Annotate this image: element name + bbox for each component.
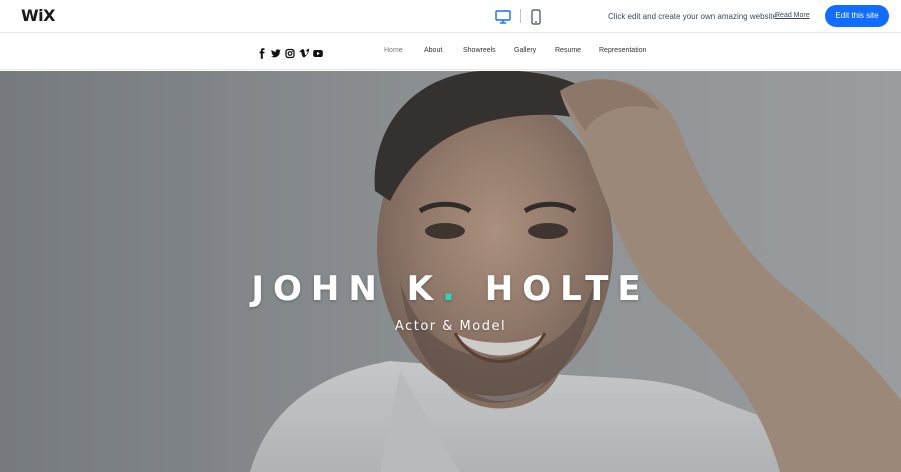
wix-logo[interactable]: WiX	[21, 6, 55, 25]
read-more-link[interactable]: Read More	[775, 12, 810, 19]
promo-text: Click edit and create your own amazing w…	[608, 12, 777, 21]
hero-name-title: JOHN K. HOLTE	[0, 269, 901, 309]
nav-item-about[interactable]: About	[424, 47, 442, 54]
vimeo-icon[interactable]	[299, 46, 311, 58]
twitter-icon[interactable]	[271, 46, 281, 58]
nav-item-representation[interactable]: Representation	[599, 47, 646, 54]
wix-editor-bar: WiX Click edit and create your own amazi…	[0, 0, 901, 33]
nav-item-showreels[interactable]: Showreels	[463, 47, 496, 54]
facebook-icon[interactable]	[257, 46, 267, 59]
nav-item-gallery[interactable]: Gallery	[514, 47, 536, 54]
social-icons	[257, 46, 323, 59]
mobile-view-icon[interactable]	[531, 9, 541, 25]
edit-this-site-button[interactable]: Edit this site	[825, 5, 889, 27]
hero-name-first: JOHN K	[251, 269, 443, 309]
nav-item-resume[interactable]: Resume	[555, 47, 581, 54]
hero-name-dot: .	[442, 269, 464, 309]
hero-name-last: HOLTE	[484, 269, 650, 309]
hero-subtitle: Actor & Model	[394, 319, 507, 334]
instagram-icon[interactable]	[285, 46, 295, 59]
site-header: Home About Showreels Gallery Resume Repr…	[0, 34, 901, 70]
view-toggle-divider	[520, 9, 521, 23]
desktop-view-icon[interactable]	[495, 9, 511, 25]
nav-item-home[interactable]: Home	[384, 47, 403, 54]
youtube-icon[interactable]	[313, 46, 323, 57]
hero-section: JOHN K. HOLTE Actor & Model	[0, 71, 901, 472]
